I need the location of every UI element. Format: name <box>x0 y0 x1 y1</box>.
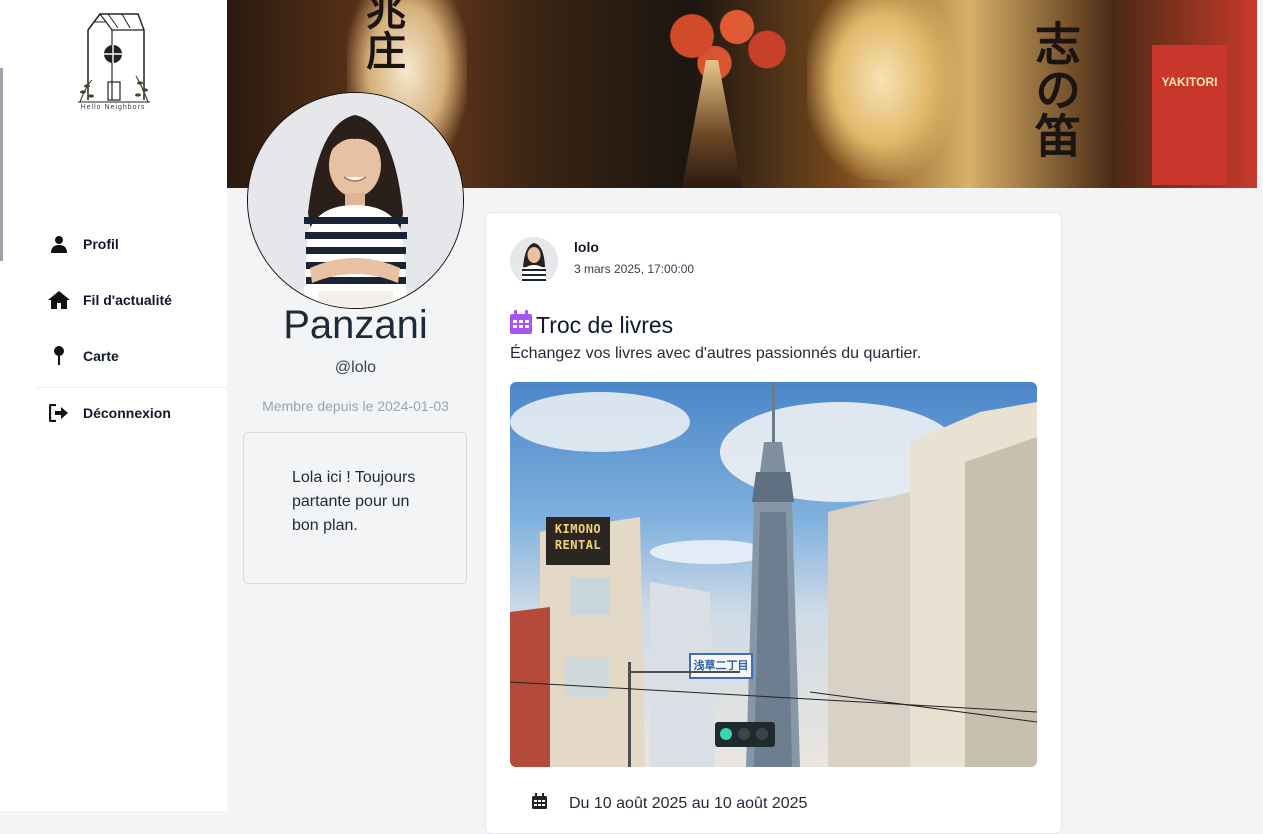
post-author[interactable]: lolo <box>574 239 599 255</box>
banner-lantern-main <box>807 0 957 180</box>
sidebar-scroll-indicator <box>0 68 3 261</box>
home-icon <box>48 289 70 311</box>
profile-name: Panzani <box>283 303 428 347</box>
banner-kanji-main: 志の笛 <box>1029 20 1081 158</box>
image-sign-rental: RENTAL <box>554 538 602 552</box>
user-icon <box>48 233 70 255</box>
event-dates-text: Du 10 août 2025 au 10 août 2025 <box>569 794 808 812</box>
post-date: 3 mars 2025, 17:00:00 <box>574 262 695 276</box>
image-sign-kimono: KIMONO <box>554 522 602 536</box>
banner-sign <box>1152 45 1227 185</box>
sidebar-item-label: Profil <box>83 236 119 252</box>
post-description: Échangez vos livres avec d'autres passio… <box>510 345 922 362</box>
sidebar-item-label: Déconnexion <box>83 405 171 421</box>
post-title: Troc de livres <box>510 310 673 340</box>
member-since: Membre depuis le 2024-01-03 <box>262 398 449 414</box>
banner-sign-text: YAKITORI <box>1161 75 1218 89</box>
bio-text: Lola ici ! Toujours partante pour un bon… <box>292 469 416 534</box>
nav-divider <box>36 387 227 388</box>
sidebar-item-fil-actualite[interactable]: Fil d'actualité <box>48 285 172 315</box>
sidebar: Hello Neighbors Profil Fil d'actualité C… <box>0 0 227 811</box>
post-author-avatar[interactable] <box>510 237 558 285</box>
banner-kanji-left: 兆庄 <box>360 0 404 70</box>
sidebar-item-profil[interactable]: Profil <box>48 229 119 259</box>
pin-icon <box>48 345 70 367</box>
sidebar-item-label: Fil d'actualité <box>83 292 172 308</box>
tokyo-skytree-photo <box>510 382 1037 767</box>
profile-handle: @lolo <box>334 359 377 376</box>
calendar-icon <box>510 310 532 340</box>
post-title-text: Troc de livres <box>536 311 674 338</box>
avatar[interactable] <box>247 92 464 309</box>
post-image[interactable]: KIMONO RENTAL 浅草二丁目 <box>510 382 1037 767</box>
logo-text: Hello Neighbors <box>80 104 146 111</box>
banner-flowers <box>647 0 797 90</box>
sidebar-item-label: Carte <box>83 348 119 364</box>
avatar-portrait <box>248 93 463 308</box>
sidebar-item-deconnexion[interactable]: Déconnexion <box>48 398 171 428</box>
bio-card: Lola ici ! Toujours partante pour un bon… <box>243 432 467 584</box>
sidebar-item-carte[interactable]: Carte <box>48 341 119 371</box>
logout-icon <box>48 402 70 424</box>
image-street-sign: 浅草二丁目 <box>693 660 749 672</box>
post-card: lolo 3 mars 2025, 17:00:00 Troc de livre… <box>485 212 1062 834</box>
